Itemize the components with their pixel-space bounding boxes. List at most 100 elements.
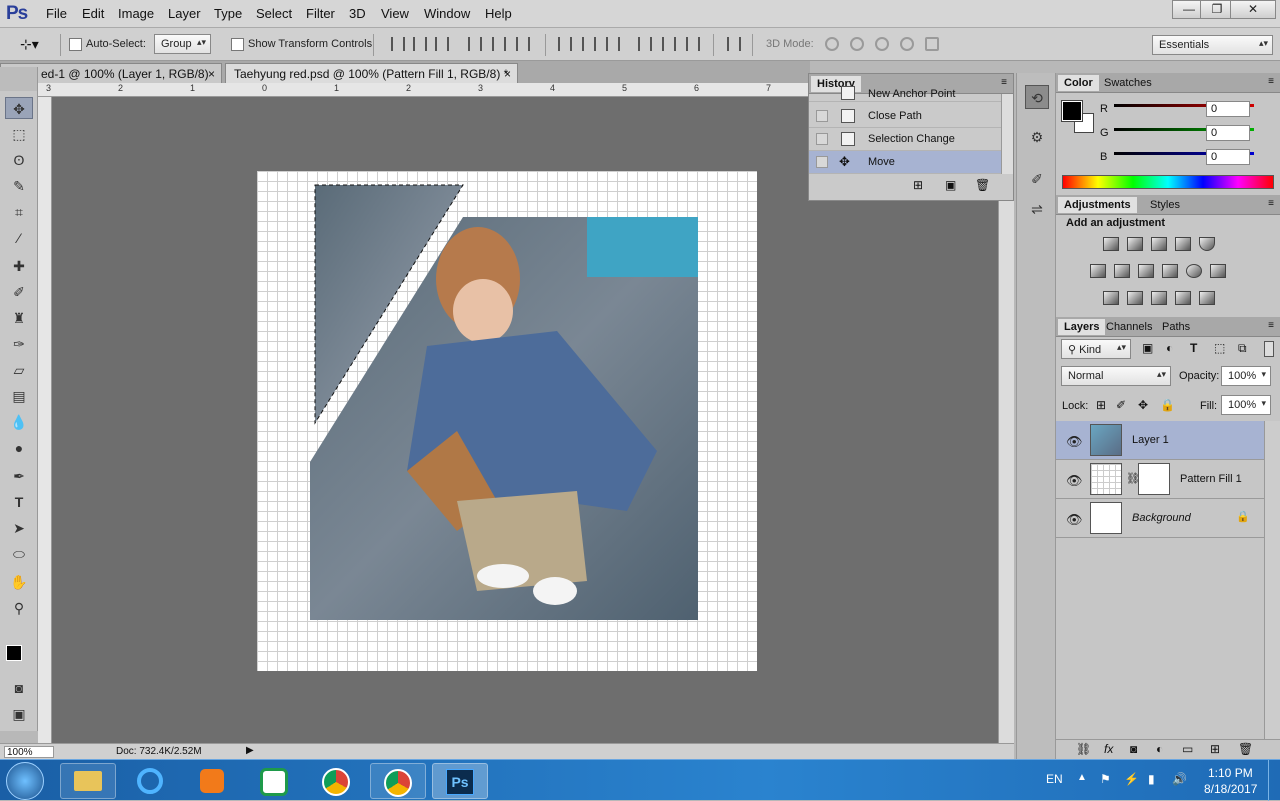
3d-scale-icon[interactable]	[925, 37, 939, 51]
distribute-left-icon[interactable]	[638, 37, 652, 51]
history-item[interactable]: Selection Change	[809, 128, 1001, 151]
media-player-icon[interactable]	[184, 763, 240, 799]
layers-scrollbar[interactable]	[1264, 421, 1280, 739]
vibrance-icon[interactable]	[1199, 237, 1215, 251]
zoom-field[interactable]: 100%	[4, 746, 54, 758]
chrome-icon[interactable]	[308, 763, 364, 799]
tab-channels[interactable]: Channels	[1100, 319, 1158, 335]
filter-type-icon[interactable]: T	[1190, 341, 1197, 355]
3d-roll-icon[interactable]	[850, 37, 864, 51]
eraser-icon[interactable]: ▱	[5, 359, 33, 381]
layer-filter-dropdown[interactable]: ⚲ Kind ▴▾	[1061, 339, 1131, 359]
show-hidden-icons[interactable]: ▲	[1077, 772, 1087, 783]
color-spectrum-bar[interactable]	[1062, 175, 1274, 189]
3d-slide-icon[interactable]	[900, 37, 914, 51]
lock-transparency-icon[interactable]: ⊞	[1096, 398, 1106, 412]
clone-stamp-icon[interactable]: ♜	[5, 307, 33, 329]
black-white-icon[interactable]	[1138, 264, 1154, 278]
tool-presets-dock-icon[interactable]: ⇌	[1025, 197, 1049, 221]
align-hcenter-icon[interactable]	[492, 37, 506, 51]
hand-tool-icon[interactable]: ✋	[5, 571, 33, 593]
blend-mode-dropdown[interactable]: Normal ▴▾	[1061, 366, 1171, 386]
volume-icon[interactable]: 🔊	[1172, 772, 1187, 786]
channel-g-value[interactable]: 0	[1206, 125, 1250, 141]
menu-edit[interactable]: Edit	[82, 6, 104, 21]
crop-tool-icon[interactable]: ⌗	[5, 201, 33, 223]
3d-drag-icon[interactable]	[875, 37, 889, 51]
start-button[interactable]	[6, 762, 44, 800]
tab-adjustments[interactable]: Adjustments	[1058, 197, 1137, 213]
new-document-from-state-icon[interactable]: ⊞	[913, 178, 923, 192]
filter-pixel-icon[interactable]: ▣	[1142, 341, 1153, 355]
threshold-icon[interactable]	[1151, 291, 1167, 305]
panel-menu-icon[interactable]: ≡	[1268, 76, 1274, 87]
3d-rotate-icon[interactable]	[825, 37, 839, 51]
history-item[interactable]: New Anchor Point	[809, 86, 1001, 102]
delete-layer-icon[interactable]: 🗑	[1238, 742, 1253, 756]
align-left-icon[interactable]	[468, 37, 482, 51]
menu-filter[interactable]: Filter	[306, 6, 335, 21]
history-item-selected[interactable]: ✥ Move	[809, 151, 1001, 174]
move-tool-icon[interactable]: ✥	[5, 97, 33, 119]
menu-3d[interactable]: 3D	[349, 6, 366, 21]
distribute-vcenter-icon[interactable]	[582, 37, 596, 51]
filter-smart-object-icon[interactable]: ⧉	[1238, 341, 1247, 356]
healing-brush-icon[interactable]: ✚	[5, 255, 33, 277]
tab-styles[interactable]: Styles	[1144, 197, 1186, 213]
new-layer-icon[interactable]: ⊞	[1210, 742, 1220, 756]
menu-type[interactable]: Type	[214, 6, 242, 21]
history-scrollbar[interactable]	[1001, 94, 1013, 174]
menu-window[interactable]: Window	[424, 6, 470, 21]
blur-tool-icon[interactable]: 💧	[5, 411, 33, 433]
auto-align-icon[interactable]	[727, 37, 741, 51]
transform-controls-checkbox[interactable]	[231, 38, 244, 51]
gradient-icon[interactable]: ▤	[5, 385, 33, 407]
history-checkbox[interactable]	[816, 156, 828, 168]
ellipse-tool-icon[interactable]: ⬭	[5, 543, 33, 565]
marquee-tool-icon[interactable]: ⬚	[5, 123, 33, 145]
document-canvas[interactable]	[257, 171, 757, 671]
properties-dock-icon[interactable]: ⚙	[1025, 125, 1049, 149]
new-adjustment-icon[interactable]: ◐	[1156, 742, 1163, 756]
align-top-icon[interactable]	[391, 37, 405, 51]
tab-document-2[interactable]: Taehyung red.psd @ 100% (Pattern Fill 1,…	[225, 63, 518, 83]
align-vcenter-icon[interactable]	[413, 37, 427, 51]
curves-icon[interactable]	[1151, 237, 1167, 251]
history-checkbox[interactable]	[816, 110, 828, 122]
levels-icon[interactable]	[1127, 237, 1143, 251]
photo-filter-icon[interactable]	[1162, 264, 1178, 278]
pen-tool-icon[interactable]: ✒	[5, 465, 33, 487]
color-lookup-icon[interactable]	[1210, 264, 1226, 278]
filter-toggle[interactable]	[1264, 341, 1274, 357]
posterize-icon[interactable]	[1127, 291, 1143, 305]
history-dock-icon[interactable]: ⟲	[1025, 85, 1049, 109]
brightness-contrast-icon[interactable]	[1103, 237, 1119, 251]
foreground-color-swatch[interactable]	[6, 645, 22, 661]
align-right-icon[interactable]	[516, 37, 530, 51]
eyedropper-icon[interactable]: ⁄	[5, 227, 33, 249]
menu-select[interactable]: Select	[256, 6, 292, 21]
history-brush-icon[interactable]: ✑	[5, 333, 33, 355]
invert-icon[interactable]	[1103, 291, 1119, 305]
tab-layers[interactable]: Layers	[1058, 319, 1106, 335]
visibility-eye-icon[interactable]: 👁	[1066, 473, 1083, 489]
channel-b-value[interactable]: 0	[1206, 149, 1250, 165]
chevron-down-icon[interactable]: ▾	[1261, 369, 1266, 380]
layer-row-pattern-fill-1[interactable]: 👁 ⛓ Pattern Fill 1	[1056, 460, 1264, 499]
panel-menu-icon[interactable]: ≡	[1268, 320, 1274, 331]
history-item[interactable]: Close Path	[809, 105, 1001, 128]
menu-image[interactable]: Image	[118, 6, 154, 21]
path-selection-icon[interactable]: ➤	[5, 517, 33, 539]
trash-icon[interactable]: 🗑	[975, 178, 990, 192]
channel-r-value[interactable]: 0	[1206, 101, 1250, 117]
power-icon[interactable]: ⚡	[1124, 772, 1139, 786]
tab-color[interactable]: Color	[1058, 75, 1099, 91]
menu-view[interactable]: View	[381, 6, 409, 21]
panel-menu-icon[interactable]: ≡	[1268, 198, 1274, 209]
distribute-bottom-icon[interactable]	[606, 37, 620, 51]
restore-button[interactable]: ❐	[1200, 0, 1234, 19]
lock-pixels-icon[interactable]: ✐	[1116, 398, 1126, 412]
lasso-tool-icon[interactable]: ʘ	[5, 149, 33, 171]
auto-select-dropdown[interactable]: Group ▴▾	[154, 34, 211, 54]
network-icon[interactable]: ▮	[1148, 772, 1155, 786]
